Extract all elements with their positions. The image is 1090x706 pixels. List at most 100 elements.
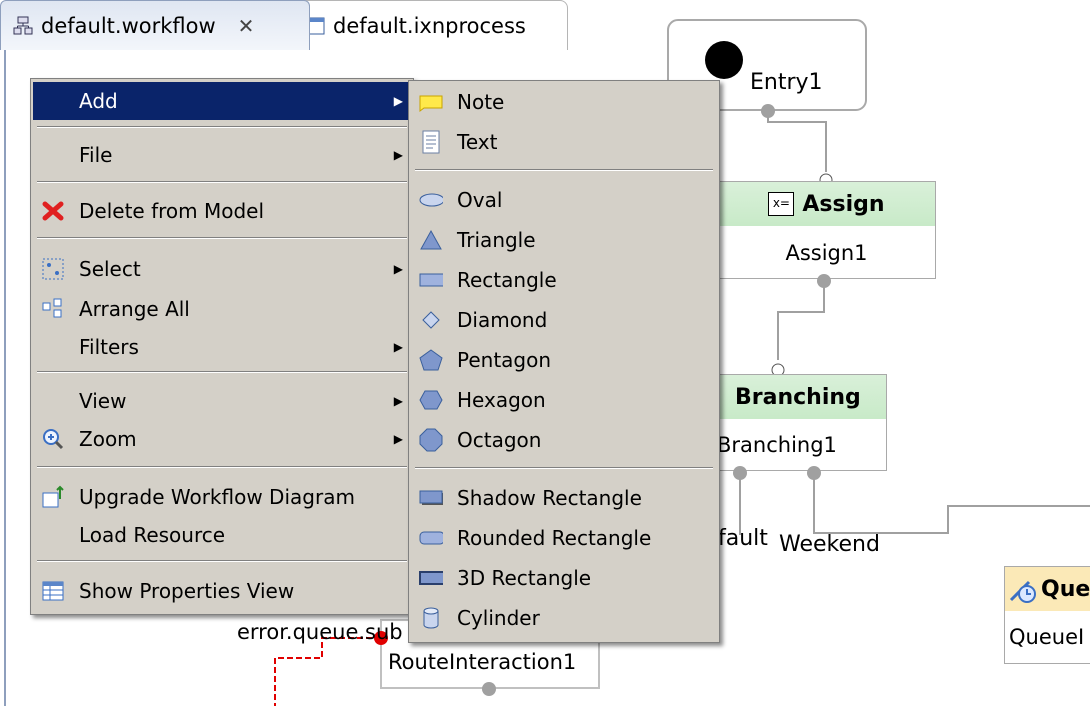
menu-separator	[37, 371, 407, 373]
oval-shape-icon	[419, 188, 443, 212]
menu-separator	[37, 560, 407, 562]
entry-node-label: Entry1	[750, 70, 823, 95]
zoom-magnifier-icon	[41, 427, 65, 451]
octagon-shape-icon	[419, 428, 443, 452]
menu-item-label: Hexagon	[457, 388, 546, 412]
menu-item-label: Delete from Model	[79, 199, 265, 223]
submenu-item-shadow-rectangle[interactable]: Shadow Rectangle	[411, 479, 717, 517]
menu-separator	[37, 126, 407, 128]
queue-node-title: Que	[1041, 576, 1090, 602]
menu-item-label: Diamond	[457, 308, 548, 332]
menu-item-delete-from-model[interactable]: Delete from Model	[33, 192, 411, 230]
route-interaction-label: RouteInteraction1	[388, 650, 577, 674]
menu-item-label: Pentagon	[457, 348, 552, 372]
shadow-rectangle-icon	[419, 486, 443, 510]
submenu-arrow-icon: ▶	[393, 394, 403, 408]
rectangle-3d-icon	[419, 566, 443, 590]
branching-node[interactable]: Branching Branching1	[706, 374, 887, 471]
rounded-rectangle-icon	[419, 526, 443, 550]
submenu-item-hexagon[interactable]: Hexagon	[411, 381, 717, 419]
queue-node-label: QueueI	[1009, 625, 1085, 649]
menu-item-label: Text	[457, 130, 498, 154]
menu-item-label: Shadow Rectangle	[457, 486, 642, 510]
delete-x-icon	[41, 199, 65, 223]
menu-item-label: Filters	[79, 335, 139, 359]
triangle-shape-icon	[419, 228, 443, 252]
menu-item-filters[interactable]: Filters ▶	[33, 328, 411, 366]
menu-item-label: Add	[79, 89, 118, 113]
entry-output-port[interactable]	[761, 104, 775, 118]
menu-item-label: Select	[79, 257, 141, 281]
menu-item-label: 3D Rectangle	[457, 566, 592, 590]
menu-separator	[37, 466, 407, 468]
context-menu: Add ▶ File ▶ Delete from Model Select ▶ …	[30, 78, 414, 615]
menu-item-label: Triangle	[457, 228, 536, 252]
text-document-icon	[419, 130, 443, 154]
menu-item-label: Note	[457, 90, 505, 114]
menu-separator	[415, 467, 713, 469]
branching-default-port[interactable]	[733, 466, 747, 480]
submenu-item-rounded-rectangle[interactable]: Rounded Rectangle	[411, 519, 717, 557]
menu-item-label: Arrange All	[79, 297, 190, 321]
menu-item-label: Load Resource	[79, 523, 226, 547]
menu-item-add[interactable]: Add ▶	[33, 82, 411, 120]
diamond-shape-icon	[419, 308, 443, 332]
menu-item-show-properties-view[interactable]: Show Properties View	[33, 572, 411, 610]
menu-item-zoom[interactable]: Zoom ▶	[33, 420, 411, 458]
submenu-arrow-icon: ▶	[393, 432, 403, 446]
add-submenu: Note Text Oval Triangle Rectangle Diamon…	[408, 80, 720, 643]
menu-item-file[interactable]: File ▶	[33, 136, 411, 174]
menu-item-label: Upgrade Workflow Diagram	[79, 485, 355, 509]
submenu-arrow-icon: ▶	[393, 94, 403, 108]
submenu-arrow-icon: ▶	[393, 340, 403, 354]
menu-item-label: Octagon	[457, 428, 542, 452]
default-edge-label: fault	[718, 526, 768, 551]
rectangle-shape-icon	[419, 268, 443, 292]
select-marquee-icon	[41, 257, 65, 281]
menu-item-arrange-all[interactable]: Arrange All	[33, 290, 411, 328]
queue-node[interactable]: Que QueueI	[1004, 566, 1090, 664]
error-edge-label: error.queue.sub	[237, 620, 403, 644]
upgrade-diagram-icon	[41, 485, 65, 509]
assign-output-port[interactable]	[817, 274, 831, 288]
menu-item-load-resource[interactable]: Load Resource	[33, 516, 411, 554]
menu-item-label: View	[79, 389, 127, 413]
menu-item-label: Cylinder	[457, 606, 540, 630]
menu-item-select[interactable]: Select ▶	[33, 250, 411, 288]
submenu-item-pentagon[interactable]: Pentagon	[411, 341, 717, 379]
submenu-item-note[interactable]: Note	[411, 83, 717, 121]
menu-separator	[37, 237, 407, 239]
submenu-item-diamond[interactable]: Diamond	[411, 301, 717, 339]
submenu-item-3d-rectangle[interactable]: 3D Rectangle	[411, 559, 717, 597]
submenu-item-triangle[interactable]: Triangle	[411, 221, 717, 259]
weekend-edge-label: Weekend	[779, 532, 880, 557]
branching-node-title: Branching	[735, 384, 861, 410]
properties-table-icon	[41, 579, 65, 603]
assign-node-label: Assign1	[785, 241, 868, 265]
pentagon-shape-icon	[419, 348, 443, 372]
hexagon-shape-icon	[419, 388, 443, 412]
queue-icon	[1007, 574, 1037, 604]
menu-item-label: File	[79, 143, 113, 167]
note-icon	[419, 90, 443, 114]
submenu-item-text[interactable]: Text	[411, 123, 717, 161]
menu-item-label: Zoom	[79, 427, 137, 451]
menu-item-label: Rectangle	[457, 268, 557, 292]
submenu-item-oval[interactable]: Oval	[411, 181, 717, 219]
cylinder-shape-icon	[419, 606, 443, 630]
assign-node[interactable]: x= Assign Assign1	[717, 181, 936, 279]
arrange-all-icon	[41, 297, 65, 321]
assign-icon: x=	[768, 192, 795, 216]
submenu-arrow-icon: ▶	[393, 148, 403, 162]
submenu-arrow-icon: ▶	[393, 262, 403, 276]
assign-node-title: Assign	[802, 191, 885, 217]
submenu-item-cylinder[interactable]: Cylinder	[411, 599, 717, 637]
branching-weekend-port[interactable]	[807, 466, 821, 480]
submenu-item-octagon[interactable]: Octagon	[411, 421, 717, 459]
menu-item-upgrade-workflow-diagram[interactable]: Upgrade Workflow Diagram	[33, 478, 411, 516]
menu-item-view[interactable]: View ▶	[33, 382, 411, 420]
submenu-item-rectangle[interactable]: Rectangle	[411, 261, 717, 299]
branching-node-label: Branching1	[717, 433, 837, 457]
menu-item-label: Oval	[457, 188, 503, 212]
menu-item-label: Rounded Rectangle	[457, 526, 652, 550]
